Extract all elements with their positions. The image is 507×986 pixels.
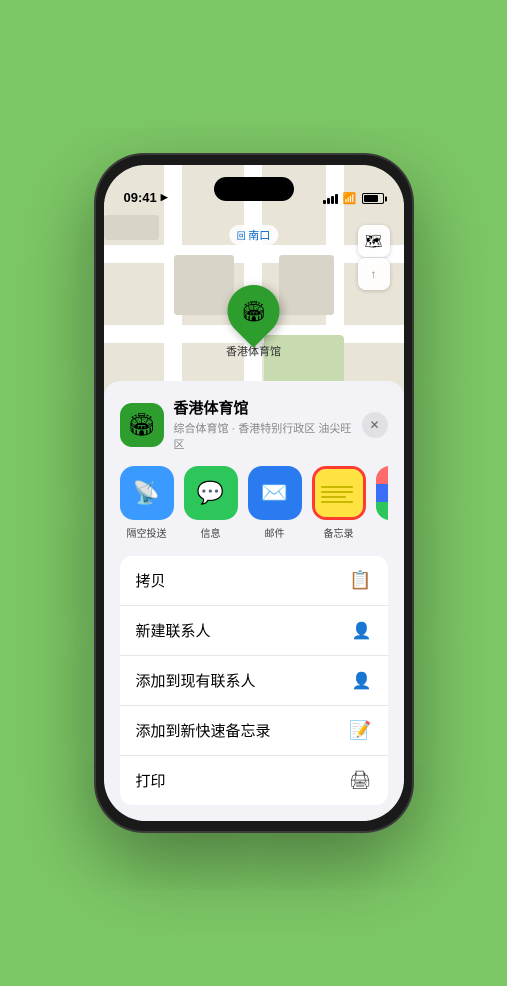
print-label: 打印: [136, 770, 166, 791]
location-venue-icon: 🏟: [120, 403, 164, 447]
add-contact-label: 添加到现有联系人: [136, 670, 256, 691]
map-label-text: 南口: [248, 230, 270, 242]
map-label: 回 南口: [229, 225, 279, 245]
signal-bar-4: [335, 194, 338, 204]
bottom-sheet: 🏟 香港体育馆 综合体育馆 · 香港特别行政区 油尖旺区 ✕ 📡 隔空投送: [104, 381, 404, 821]
battery-fill: [364, 195, 378, 202]
signal-bar-2: [327, 198, 330, 204]
copy-icon: 📋: [349, 570, 371, 591]
notes-icon: [312, 466, 366, 520]
mail-icon: ✉️: [248, 466, 302, 520]
phone-frame: 09:41 ▶ 📶: [94, 153, 414, 833]
map-pin: 🏟 香港体育馆: [226, 285, 281, 359]
location-icon: ▶: [161, 192, 168, 203]
location-info: 香港体育馆 综合体育馆 · 香港特别行政区 油尖旺区: [174, 397, 352, 452]
action-add-to-contact[interactable]: 添加到现有联系人 👤: [120, 656, 388, 706]
notes-label: 备忘录: [324, 525, 354, 540]
share-item-more[interactable]: 提: [376, 466, 388, 540]
time-display: 09:41: [124, 190, 157, 205]
signal-bar-3: [331, 196, 334, 204]
note-line-4: [321, 501, 353, 503]
map-block: [174, 255, 234, 315]
mail-label: 邮件: [265, 525, 285, 540]
status-icons: 📶: [323, 192, 384, 205]
share-item-mail[interactable]: ✉️ 邮件: [248, 466, 302, 540]
add-contact-icon: 👤: [352, 671, 372, 691]
close-button[interactable]: ✕: [362, 412, 388, 438]
share-row: 📡 隔空投送 💬 信息 ✉️ 邮件: [120, 466, 388, 540]
share-item-airdrop[interactable]: 📡 隔空投送: [120, 466, 174, 540]
message-icon: 💬: [184, 466, 238, 520]
new-contact-icon: 👤: [352, 621, 372, 641]
location-desc: 综合体育馆 · 香港特别行政区 油尖旺区: [174, 420, 352, 452]
action-list: 拷贝 📋 新建联系人 👤 添加到现有联系人 👤 添加到新快速备忘录 📝 打印: [120, 556, 388, 805]
pin-inner-icon: 🏟: [241, 299, 266, 324]
dynamic-island: [214, 177, 294, 201]
compass-icon: ↑: [371, 267, 377, 281]
battery-icon: [362, 193, 384, 204]
airdrop-label: 隔空投送: [127, 525, 167, 540]
map-block: [104, 215, 159, 240]
action-copy[interactable]: 拷贝 📋: [120, 556, 388, 606]
status-time: 09:41 ▶: [124, 190, 168, 205]
action-print[interactable]: 打印 🖨: [120, 756, 388, 805]
new-contact-label: 新建联系人: [136, 620, 211, 641]
add-note-label: 添加到新快速备忘录: [136, 720, 271, 741]
more-icon: [376, 466, 388, 520]
map-layers-button[interactable]: 🗺: [358, 225, 390, 257]
map-block: [279, 255, 334, 315]
location-header: 🏟 香港体育馆 综合体育馆 · 香港特别行政区 油尖旺区 ✕: [120, 397, 388, 452]
map-layers-icon: 🗺: [365, 233, 383, 250]
map-button-group: 🗺 ↑: [358, 225, 390, 290]
signal-bar-1: [323, 200, 326, 204]
copy-label: 拷贝: [136, 570, 166, 591]
note-line-3: [321, 496, 346, 498]
signal-bars: [323, 194, 338, 204]
location-name: 香港体育馆: [174, 397, 352, 418]
note-line-2: [321, 491, 353, 493]
note-line-1: [321, 486, 353, 488]
action-add-note[interactable]: 添加到新快速备忘录 📝: [120, 706, 388, 756]
close-icon: ✕: [369, 418, 379, 432]
message-label: 信息: [201, 525, 221, 540]
add-note-icon: 📝: [349, 720, 371, 741]
wifi-icon: 📶: [343, 192, 357, 205]
action-new-contact[interactable]: 新建联系人 👤: [120, 606, 388, 656]
print-icon: 🖨: [349, 770, 372, 791]
phone-screen: 09:41 ▶ 📶: [104, 165, 404, 821]
pin-circle: 🏟: [217, 274, 291, 348]
notes-icon-inner: [315, 469, 363, 517]
map-compass-button[interactable]: ↑: [358, 258, 390, 290]
share-item-notes[interactable]: 备忘录: [312, 466, 366, 540]
share-item-message[interactable]: 💬 信息: [184, 466, 238, 540]
airdrop-icon: 📡: [120, 466, 174, 520]
